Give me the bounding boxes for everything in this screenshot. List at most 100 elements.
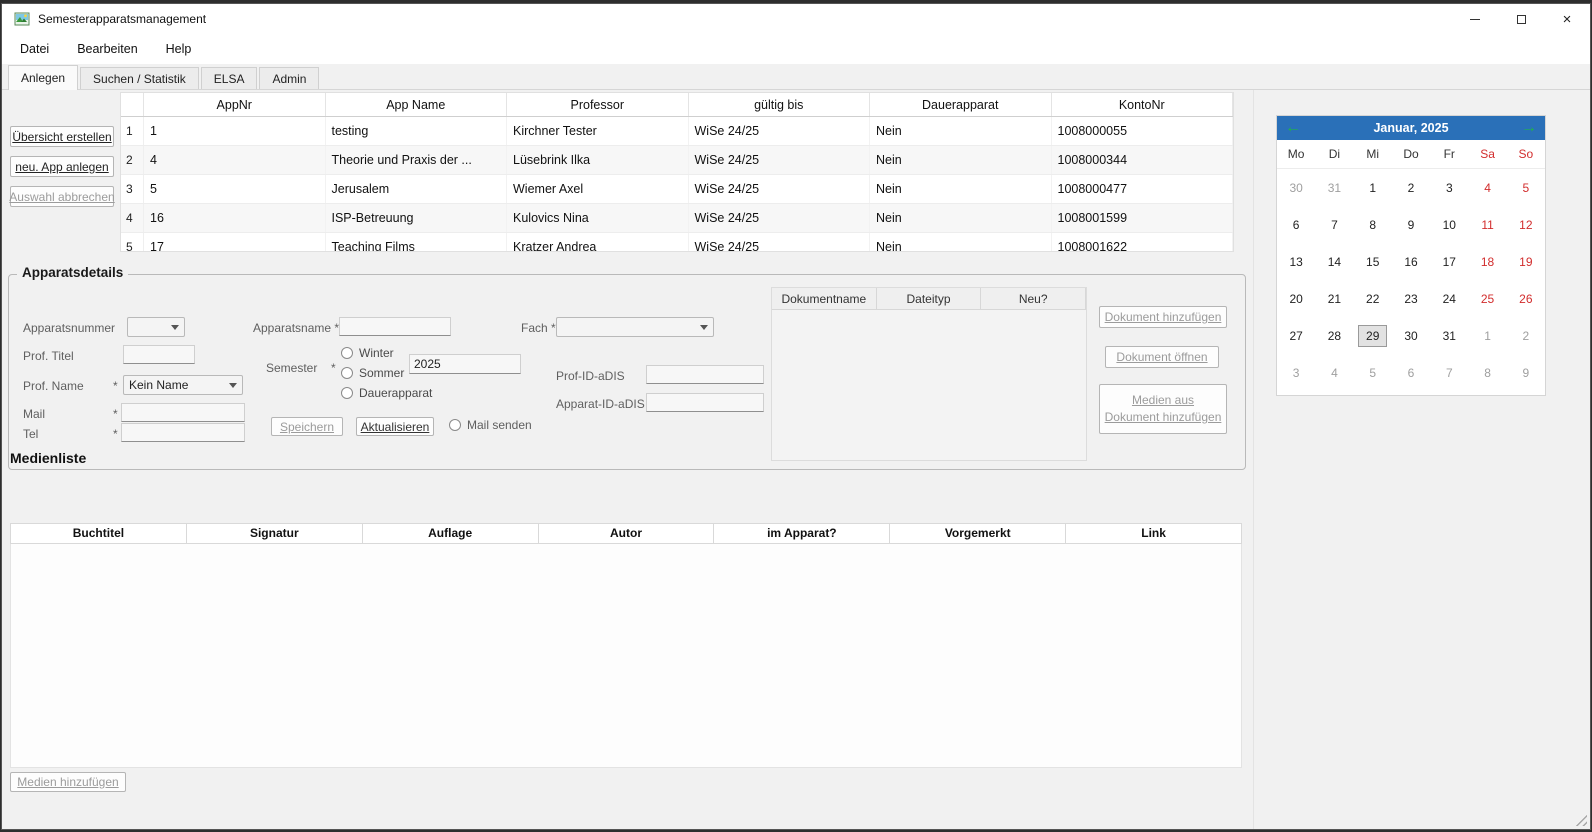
media-table-column-header[interactable]: Signatur	[187, 524, 363, 543]
calendar-day[interactable]: 7	[1430, 354, 1468, 391]
calendar-day[interactable]: 6	[1277, 206, 1315, 243]
cancel-selection-button[interactable]: Auswahl abbrechen	[10, 186, 114, 207]
next-month-button[interactable]: →	[1519, 116, 1539, 140]
prof-titel-input[interactable]	[123, 345, 195, 364]
fach-dropdown[interactable]	[556, 317, 714, 337]
mail-send-checkbox[interactable]: Mail senden	[449, 418, 532, 432]
maximize-button[interactable]	[1498, 4, 1544, 34]
calendar-day[interactable]: 24	[1430, 280, 1468, 317]
update-button[interactable]: Aktualisieren	[356, 417, 434, 436]
media-table-column-header[interactable]: Link	[1066, 524, 1241, 543]
app-table-column-header[interactable]: KontoNr	[1052, 93, 1234, 116]
calendar-day[interactable]: 26	[1507, 280, 1545, 317]
calendar-day[interactable]: 8	[1354, 206, 1392, 243]
tab-elsa[interactable]: ELSA	[201, 67, 258, 89]
calendar-day[interactable]: 4	[1468, 169, 1506, 206]
media-table-column-header[interactable]: Buchtitel	[11, 524, 187, 543]
prev-month-button[interactable]: ←	[1283, 116, 1303, 140]
app-table-column-header[interactable]: App Name	[326, 93, 508, 116]
add-document-button[interactable]: Dokument hinzufügen	[1099, 306, 1227, 328]
calendar-day[interactable]: 5	[1354, 354, 1392, 391]
calendar-day[interactable]: 12	[1507, 206, 1545, 243]
app-table-column-header[interactable]: Professor	[507, 93, 689, 116]
app-table-column-header[interactable]: Dauerapparat	[870, 93, 1052, 116]
calendar-day[interactable]: 18	[1468, 243, 1506, 280]
calendar-day[interactable]: 11	[1468, 206, 1506, 243]
media-table-column-header[interactable]: im Apparat?	[714, 524, 890, 543]
semester-year-input[interactable]	[409, 354, 521, 374]
media-table-column-header[interactable]: Autor	[539, 524, 715, 543]
close-button[interactable]: ×	[1544, 4, 1590, 34]
calendar-day[interactable]: 1	[1468, 317, 1506, 354]
calendar-day[interactable]: 1	[1354, 169, 1392, 206]
overview-create-button[interactable]: Übersicht erstellen	[10, 126, 114, 147]
calendar-day[interactable]: 9	[1507, 354, 1545, 391]
apparat-id-adis-input[interactable]	[646, 393, 764, 412]
calendar-day[interactable]: 5	[1507, 169, 1545, 206]
calendar-day[interactable]: 3	[1277, 354, 1315, 391]
doc-table-column-header[interactable]: Dokumentname	[772, 288, 877, 309]
calendar-day-header: Di	[1315, 147, 1353, 161]
calendar-day[interactable]: 27	[1277, 317, 1315, 354]
new-app-button[interactable]: neu. App anlegen	[10, 156, 114, 177]
media-table-column-header[interactable]: Auflage	[363, 524, 539, 543]
prof-id-adis-input[interactable]	[646, 365, 764, 384]
table-row[interactable]: 24Theorie und Praxis der ...Lüsebrink Il…	[121, 146, 1233, 175]
table-row[interactable]: 35JerusalemWiemer AxelWiSe 24/25Nein1008…	[121, 175, 1233, 204]
tel-input[interactable]	[121, 423, 245, 442]
add-media-button[interactable]: Medien hinzufügen	[10, 772, 126, 792]
save-button[interactable]: Speichern	[271, 417, 343, 436]
calendar-day[interactable]: 20	[1277, 280, 1315, 317]
calendar-day[interactable]: 31	[1315, 169, 1353, 206]
media-from-document-button[interactable]: Medien aus Dokument hinzufügen	[1099, 384, 1227, 434]
calendar-day[interactable]: 21	[1315, 280, 1353, 317]
tab-admin[interactable]: Admin	[259, 67, 319, 89]
calendar-day[interactable]: 17	[1430, 243, 1468, 280]
calendar-day[interactable]: 14	[1315, 243, 1353, 280]
calendar-day[interactable]: 4	[1315, 354, 1353, 391]
calendar-day[interactable]: 25	[1468, 280, 1506, 317]
calendar-day[interactable]: 28	[1315, 317, 1353, 354]
menu-item-datei[interactable]: Datei	[6, 34, 63, 64]
calendar-day[interactable]: 3	[1430, 169, 1468, 206]
table-row[interactable]: 517Teaching FilmsKratzer AndreaWiSe 24/2…	[121, 233, 1233, 252]
table-row[interactable]: 11testingKirchner TesterWiSe 24/25Nein10…	[121, 117, 1233, 146]
menu-item-help[interactable]: Help	[152, 34, 206, 64]
app-table-column-header[interactable]: AppNr	[144, 93, 326, 116]
calendar-day[interactable]: 19	[1507, 243, 1545, 280]
calendar-day[interactable]: 31	[1430, 317, 1468, 354]
calendar-day[interactable]: 30	[1392, 317, 1430, 354]
radio-sommer[interactable]: Sommer	[341, 366, 404, 380]
radio-dauerapparat[interactable]: Dauerapparat	[341, 386, 432, 400]
app-table-column-header[interactable]: gültig bis	[689, 93, 871, 116]
open-document-button[interactable]: Dokument öffnen	[1105, 346, 1219, 368]
calendar-day[interactable]: 13	[1277, 243, 1315, 280]
apparatsname-input[interactable]	[339, 317, 451, 336]
table-row[interactable]: 416ISP-BetreuungKulovics NinaWiSe 24/25N…	[121, 204, 1233, 233]
calendar-day[interactable]: 6	[1392, 354, 1430, 391]
minimize-button[interactable]	[1452, 4, 1498, 34]
radio-winter[interactable]: Winter	[341, 346, 394, 360]
calendar-day[interactable]: 29	[1354, 317, 1392, 354]
tab-anlegen[interactable]: Anlegen	[8, 65, 78, 90]
calendar-day[interactable]: 7	[1315, 206, 1353, 243]
doc-table-column-header[interactable]: Dateityp	[877, 288, 982, 309]
calendar-day[interactable]: 15	[1354, 243, 1392, 280]
menu-item-bearbeiten[interactable]: Bearbeiten	[63, 34, 151, 64]
calendar-day[interactable]: 8	[1468, 354, 1506, 391]
doc-table-column-header[interactable]: Neu?	[981, 288, 1086, 309]
prof-name-dropdown[interactable]: Kein Name	[123, 375, 243, 395]
calendar-day[interactable]: 10	[1430, 206, 1468, 243]
calendar-day[interactable]: 2	[1392, 169, 1430, 206]
calendar-day[interactable]: 2	[1507, 317, 1545, 354]
calendar-day[interactable]: 9	[1392, 206, 1430, 243]
calendar-day[interactable]: 30	[1277, 169, 1315, 206]
calendar-day[interactable]: 16	[1392, 243, 1430, 280]
mail-input[interactable]	[121, 403, 245, 422]
radio-icon	[341, 347, 353, 359]
media-table-column-header[interactable]: Vorgemerkt	[890, 524, 1066, 543]
calendar-day[interactable]: 23	[1392, 280, 1430, 317]
calendar-day[interactable]: 22	[1354, 280, 1392, 317]
tab-suchen-statistik[interactable]: Suchen / Statistik	[80, 67, 199, 89]
apparatsnummer-dropdown[interactable]	[127, 317, 185, 337]
